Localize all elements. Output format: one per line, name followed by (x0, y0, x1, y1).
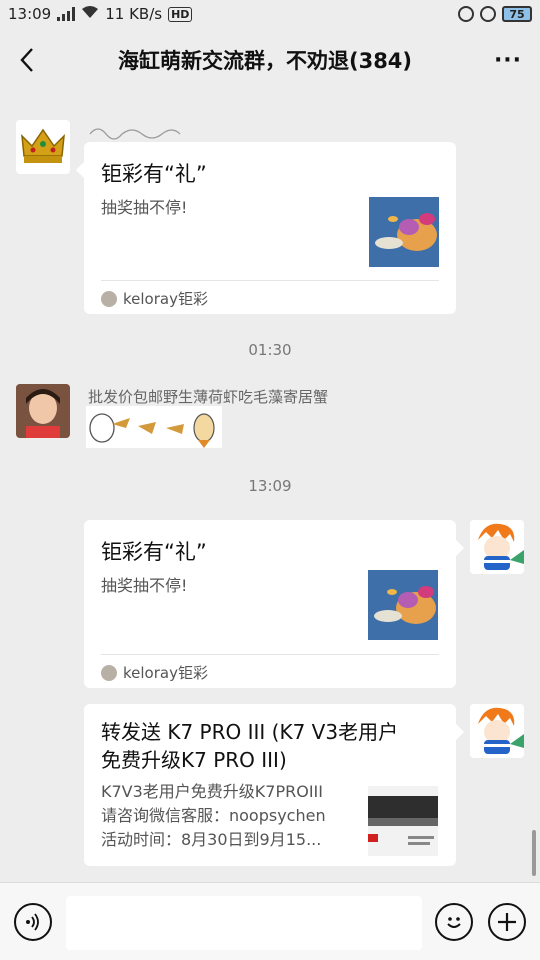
timestamp: 01:30 (248, 341, 292, 359)
more-icon: ··· (493, 47, 523, 73)
card-thumbnail (369, 197, 439, 267)
emoji-icon (447, 917, 461, 928)
card-description: 抽奖抽不停! (101, 198, 188, 217)
sticker-message[interactable] (86, 406, 222, 448)
lock-circle-icon (480, 6, 496, 22)
source-icon (101, 664, 117, 681)
source-icon (101, 290, 117, 307)
plus-button[interactable] (488, 903, 526, 941)
voice-icon (26, 913, 39, 931)
battery-icon: 75 (502, 6, 532, 22)
avatar[interactable] (470, 520, 524, 574)
plus-icon (498, 913, 516, 931)
network-speed: 11 KB/s (105, 5, 163, 23)
card-thumbnail (368, 786, 438, 856)
message-input[interactable] (66, 896, 422, 950)
link-card[interactable]: 转发送 K7 PRO III (K7 V3老用户 免费升级K7 PRO III)… (84, 704, 464, 866)
minus-circle-icon (458, 6, 474, 22)
decorative-flourish (88, 122, 182, 144)
voice-button[interactable] (14, 903, 52, 941)
more-button[interactable]: ··· (476, 28, 540, 92)
avatar[interactable] (470, 704, 524, 758)
card-source: keloray钜彩 (101, 662, 208, 683)
signal-icon (57, 7, 76, 21)
card-source: keloray钜彩 (101, 288, 208, 309)
card-title: 转发送 K7 PRO III (K7 V3老用户 免费升级K7 PRO III) (101, 720, 399, 772)
card-thumbnail (368, 570, 438, 640)
message-list[interactable]: 钜彩有“礼” 抽奖抽不停! keloray钜彩 01:30 批发价包邮野生薄荷虾… (0, 92, 540, 882)
hd-icon: HD (168, 6, 193, 22)
status-time: 13:09 (8, 5, 52, 23)
card-description: K7V3老用户免费升级K7PROIII 请咨询微信客服：noopsychen 活… (101, 782, 326, 849)
crown-icon (21, 128, 65, 163)
avatar[interactable] (16, 120, 70, 174)
card-title: 钜彩有“礼” (101, 162, 207, 186)
chat-header: 海缸萌新交流群，不劝退(384) ··· (0, 28, 540, 92)
card-title: 钜彩有“礼” (101, 540, 207, 564)
emoji-button[interactable] (435, 903, 473, 941)
sender-name: 批发价包邮野生薄荷虾吃毛藻寄居蟹 (88, 388, 329, 406)
back-button[interactable] (0, 28, 54, 92)
scrollbar[interactable] (532, 830, 536, 876)
wifi-icon (81, 5, 99, 23)
status-bar: 13:09 11 KB/s HD 75 (0, 0, 540, 28)
timestamp: 13:09 (248, 477, 292, 495)
back-arrow-icon (20, 48, 33, 72)
link-card[interactable]: 钜彩有“礼” 抽奖抽不停! keloray钜彩 (76, 142, 456, 314)
chat-title: 海缸萌新交流群，不劝退(384) (117, 49, 413, 73)
input-bar (0, 882, 540, 960)
avatar[interactable] (16, 384, 70, 438)
link-card[interactable]: 钜彩有“礼” 抽奖抽不停! keloray钜彩 (84, 520, 464, 688)
card-description: 抽奖抽不停! (101, 576, 188, 595)
